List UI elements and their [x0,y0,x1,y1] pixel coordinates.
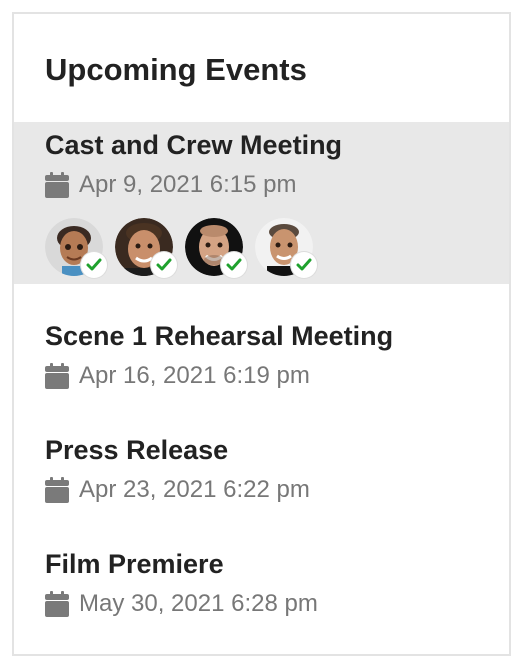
attendee-list [45,218,325,278]
attendee-avatar[interactable] [45,218,107,278]
event-item[interactable]: Cast and Crew Meeting Apr 9, 2021 6:15 p… [14,122,509,284]
event-title: Film Premiere [45,549,224,579]
upcoming-events-widget: Upcoming Events Cast and Crew Meeting Ap… [12,12,511,656]
event-item[interactable]: Scene 1 Rehearsal Meeting Apr 16, 2021 6… [14,308,509,398]
event-date: Apr 9, 2021 6:15 pm [45,170,296,200]
calendar-icon [45,477,69,503]
event-date-text: Apr 9, 2021 6:15 pm [79,171,297,198]
event-item[interactable]: Film Premiere May 30, 2021 6:28 pm [14,536,509,626]
event-date: Apr 23, 2021 6:22 pm [45,475,310,505]
check-icon [151,252,177,278]
attendee-avatar[interactable] [255,218,317,278]
check-icon [291,252,317,278]
widget-title: Upcoming Events [45,52,307,87]
event-title: Cast and Crew Meeting [45,130,343,160]
calendar-icon [45,172,69,198]
check-icon [221,252,247,278]
event-date-text: May 30, 2021 6:28 pm [79,590,318,617]
event-date-text: Apr 23, 2021 6:22 pm [79,476,310,503]
calendar-icon [45,363,69,389]
event-date-text: Apr 16, 2021 6:19 pm [79,362,310,389]
event-title: Scene 1 Rehearsal Meeting [45,321,394,351]
attendee-avatar[interactable] [115,218,177,278]
event-date: May 30, 2021 6:28 pm [45,589,318,619]
event-date: Apr 16, 2021 6:19 pm [45,361,310,391]
calendar-icon [45,591,69,617]
attendee-avatar[interactable] [185,218,247,278]
event-item[interactable]: Press Release Apr 23, 2021 6:22 pm [14,422,509,512]
event-title: Press Release [45,435,229,465]
check-icon [81,252,107,278]
